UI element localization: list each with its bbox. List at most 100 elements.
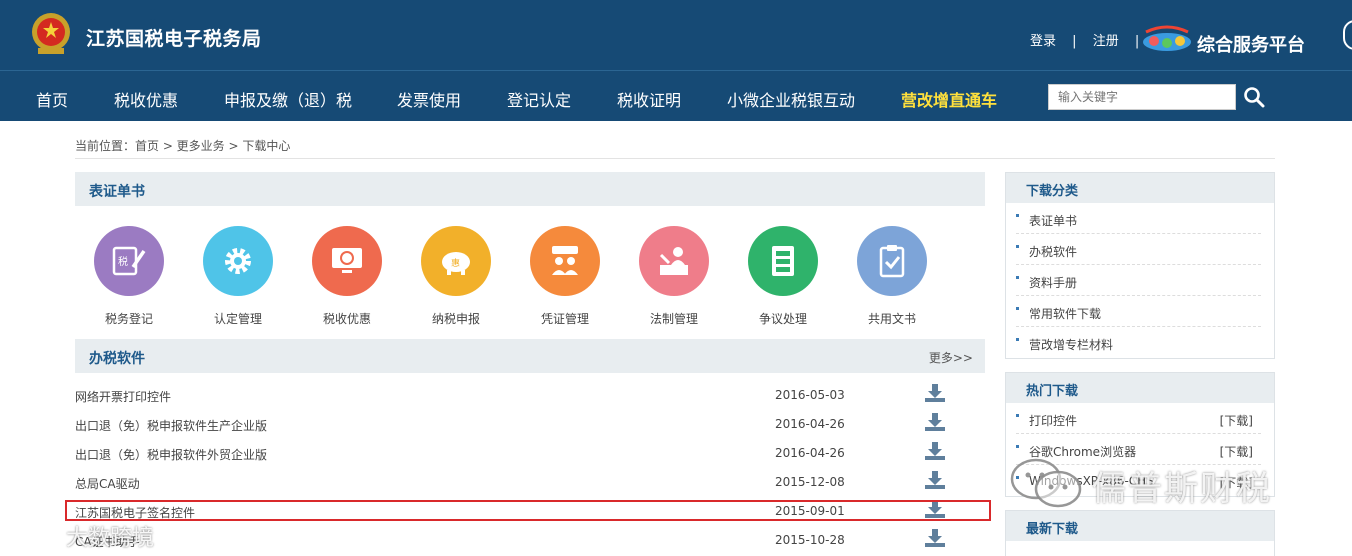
divider: [75, 158, 1275, 159]
category-dispute[interactable]: 争议处理: [738, 226, 828, 327]
panel-item[interactable]: 营改增专栏材料: [1016, 327, 1261, 358]
category-label: 税务登记: [104, 312, 153, 326]
bullet: [1016, 214, 1019, 217]
monitor-icon: [332, 248, 362, 273]
panel-title: 下载分类: [1006, 173, 1274, 203]
nav-item-home[interactable]: 首页: [36, 87, 68, 111]
category-label: 凭证管理: [540, 312, 589, 326]
search-input[interactable]: [1049, 85, 1235, 109]
download-row: 总局CA驱动 2015-12-08: [75, 468, 985, 497]
download-icon[interactable]: [924, 469, 946, 491]
judge-icon: [659, 247, 688, 275]
download-name[interactable]: 出口退（免）税申报软件生产企业版: [75, 417, 267, 434]
download-date: 2016-05-03: [775, 388, 845, 402]
wechat-icon: [1010, 458, 1082, 508]
brand-watermark: 大数跨境: [8, 516, 188, 556]
nav-item-invoice[interactable]: 发票使用: [397, 87, 461, 111]
download-name[interactable]: 网络开票打印控件: [75, 388, 171, 405]
panel-item-label: 营改增专栏材料: [1029, 338, 1114, 352]
brand-logo-icon: [10, 522, 62, 544]
download-row: CA证书助手 2015-10-28: [75, 526, 985, 555]
category-recognition[interactable]: 认定管理: [193, 226, 283, 327]
panel-item[interactable]: 资料手册: [1016, 265, 1261, 296]
nav-item-declare-pay[interactable]: 申报及缴（退）税: [224, 87, 352, 111]
category-circle: [203, 226, 273, 296]
panel-item-label: 办税软件: [1029, 245, 1078, 259]
nav-item-small-business[interactable]: 小微企业税银互动: [727, 87, 855, 111]
category-label: 共用文书: [867, 312, 916, 326]
tax-register-icon: 税: [112, 246, 146, 276]
bullet: [1016, 307, 1019, 310]
svg-text:税: 税: [118, 255, 128, 268]
category-voucher[interactable]: 凭证管理: [520, 226, 610, 327]
panel-item[interactable]: 办税软件: [1016, 234, 1261, 265]
bullet: [1016, 245, 1019, 248]
panel-item[interactable]: 表证单书: [1016, 203, 1261, 234]
site-title[interactable]: 江苏国税电子税务局: [86, 24, 262, 51]
category-circle: [748, 226, 818, 296]
panel-item-label: 资料手册: [1029, 276, 1078, 290]
category-circle: 税: [94, 226, 164, 296]
category-tax-register[interactable]: 税 税务登记: [84, 226, 174, 327]
category-incentives[interactable]: 税收优惠: [302, 226, 392, 327]
download-date: 2016-04-26: [775, 417, 845, 431]
platform-logo-icon: [1143, 25, 1191, 51]
download-date: 2015-12-08: [775, 475, 845, 489]
forms-section-title: 表证单书: [89, 184, 145, 200]
people-icon: [552, 246, 578, 275]
auth-links: 登录 | 注册 |: [1030, 30, 1151, 49]
download-icon[interactable]: [924, 527, 946, 549]
category-common-docs[interactable]: 共用文书: [847, 226, 937, 327]
platform-title[interactable]: 综合服务平台: [1197, 31, 1305, 57]
clipboard-icon: [879, 245, 905, 278]
panel-item[interactable]: 常用软件下载: [1016, 296, 1261, 327]
auth-separator: |: [1134, 34, 1140, 49]
category-declaration[interactable]: 惠 纳税申报: [411, 226, 501, 327]
watermark-text: 儒普斯财税: [1092, 469, 1272, 509]
panel-item[interactable]: 打印控件 [下载]: [1016, 403, 1261, 434]
gear-icon: [225, 248, 251, 274]
download-row: 出口退（免）税申报软件生产企业版 2016-04-26: [75, 410, 985, 439]
svg-text:惠: 惠: [451, 257, 460, 269]
nav-item-tax-certificate[interactable]: 税收证明: [617, 87, 681, 111]
download-name[interactable]: 出口退（免）税申报软件外贸企业版: [75, 446, 267, 463]
panel-title: 最新下载: [1006, 511, 1274, 541]
more-link[interactable]: 更多>>: [929, 349, 973, 366]
panel-item-label: 表证单书: [1029, 214, 1078, 228]
download-name[interactable]: 总局CA驱动: [75, 475, 140, 492]
category-circle: [857, 226, 927, 296]
highlight-annotation: [65, 500, 991, 521]
software-section-header: 办税软件 更多>>: [75, 339, 985, 373]
download-row: 网络开票打印控件 2016-05-03: [75, 381, 985, 410]
search-icon[interactable]: [1243, 86, 1265, 108]
nav-item-registration[interactable]: 登记认定: [507, 87, 571, 111]
category-label: 税收优惠: [322, 312, 371, 326]
category-legal[interactable]: 法制管理: [629, 226, 719, 327]
download-date: 2016-04-26: [775, 446, 845, 460]
nav-item-tax-incentives[interactable]: 税收优惠: [114, 87, 178, 111]
category-circle: [530, 226, 600, 296]
category-label: 争议处理: [758, 312, 807, 326]
piggy-bank-icon: 惠: [442, 252, 470, 275]
download-icon[interactable]: [924, 382, 946, 404]
national-emblem-icon: [32, 13, 70, 54]
download-icon[interactable]: [924, 440, 946, 462]
search-box: [1048, 84, 1236, 110]
download-row: 出口退（免）税申报软件外贸企业版 2016-04-26: [75, 439, 985, 468]
nav-item-vat-reform[interactable]: 营改增直通车: [901, 87, 997, 111]
latest-downloads-panel: 最新下载: [1005, 510, 1275, 556]
forms-section-header: 表证单书: [75, 172, 985, 206]
panel-item-label: 打印控件: [1029, 414, 1078, 428]
download-date: 2015-10-28: [775, 533, 845, 547]
software-section-title: 办税软件: [89, 351, 145, 367]
wechat-watermark: 儒普斯财税: [1008, 455, 1308, 515]
auth-separator: |: [1072, 34, 1077, 49]
category-label: 认定管理: [213, 312, 262, 326]
watermark-text: 大数跨境: [66, 526, 155, 551]
cabinet-icon: [772, 246, 794, 276]
download-tag[interactable]: [下载]: [1220, 412, 1253, 429]
register-link[interactable]: 注册: [1093, 34, 1119, 49]
download-icon[interactable]: [924, 411, 946, 433]
category-circle: [312, 226, 382, 296]
login-link[interactable]: 登录: [1030, 34, 1056, 49]
